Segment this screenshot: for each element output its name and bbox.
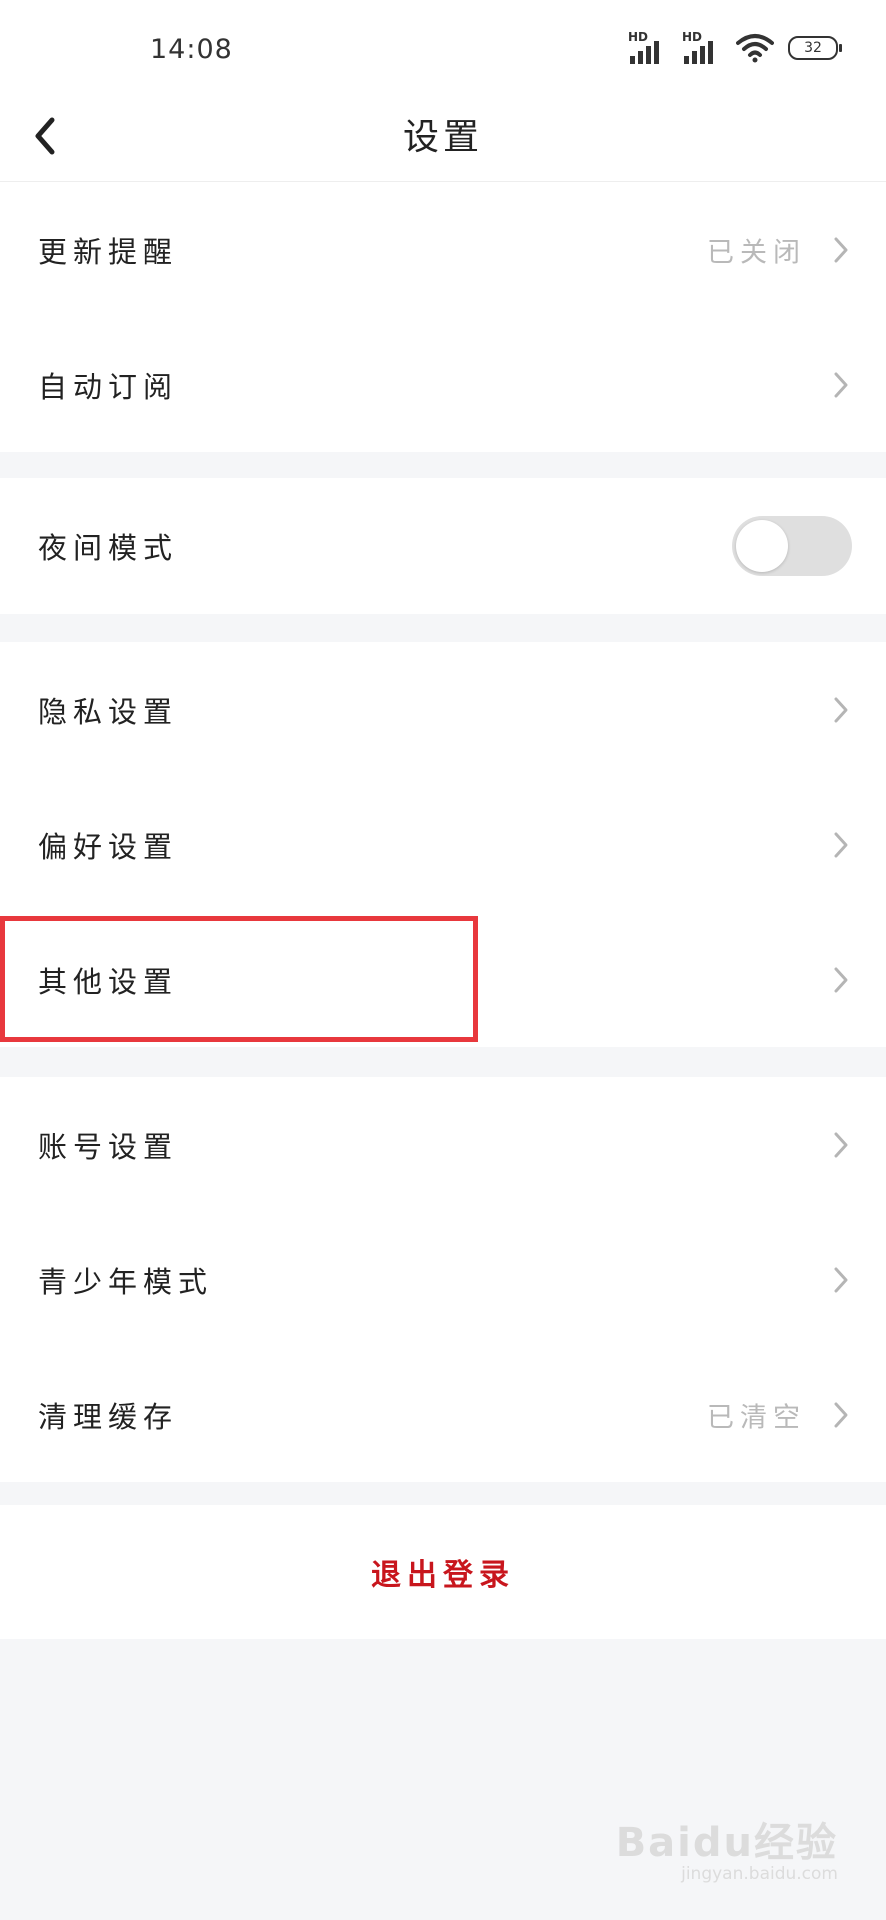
row-label: 更新提醒 bbox=[38, 234, 179, 269]
row-label: 账号设置 bbox=[38, 1129, 179, 1164]
cellular-signal-icon: HD bbox=[628, 30, 668, 64]
row-label: 隐私设置 bbox=[38, 694, 179, 729]
chevron-right-icon bbox=[834, 372, 848, 397]
chevron-right-icon bbox=[834, 697, 848, 722]
battery-icon: 32 bbox=[788, 36, 842, 60]
settings-row-night-mode: 夜间模式 bbox=[0, 478, 886, 613]
row-label: 青少年模式 bbox=[38, 1264, 214, 1299]
settings-group-4: 账号设置 青少年模式 清理缓存 已清空 bbox=[0, 1077, 886, 1482]
settings-row-account[interactable]: 账号设置 bbox=[0, 1077, 886, 1212]
page-title: 设置 bbox=[402, 117, 483, 158]
baidu-watermark: Baidu经验 jingyan.baidu.com bbox=[616, 1810, 838, 1884]
logout-label: 退出登录 bbox=[371, 1558, 515, 1593]
settings-row-clear-cache[interactable]: 清理缓存 已清空 bbox=[0, 1347, 886, 1482]
settings-row-auto-subscribe[interactable]: 自动订阅 bbox=[0, 317, 886, 452]
row-label: 偏好设置 bbox=[38, 829, 179, 864]
settings-row-preferences[interactable]: 偏好设置 bbox=[0, 777, 886, 912]
settings-group-1: 更新提醒 已关闭 自动订阅 bbox=[0, 182, 886, 452]
status-icons: HD HD 32 bbox=[628, 30, 842, 66]
chevron-right-icon bbox=[834, 832, 848, 857]
row-label: 夜间模式 bbox=[38, 530, 179, 565]
logout-button[interactable]: 退出登录 bbox=[0, 1505, 886, 1639]
chevron-right-icon bbox=[834, 1132, 848, 1157]
watermark-main: Baidu经验 bbox=[615, 1820, 838, 1866]
settings-row-privacy[interactable]: 隐私设置 bbox=[0, 642, 886, 777]
chevron-right-icon bbox=[834, 1267, 848, 1292]
navigation-bar: 设置 bbox=[0, 92, 886, 182]
chevron-right-icon bbox=[834, 237, 848, 262]
toggle-knob bbox=[736, 519, 788, 572]
row-label: 清理缓存 bbox=[38, 1399, 179, 1434]
chevron-right-icon bbox=[834, 967, 848, 992]
highlight-annotation-box bbox=[0, 916, 478, 1042]
status-bar: 14:08 HD HD 32 bbox=[0, 0, 886, 92]
night-mode-toggle[interactable] bbox=[732, 515, 852, 576]
row-value: 已关闭 bbox=[707, 237, 806, 268]
settings-row-teen-mode[interactable]: 青少年模式 bbox=[0, 1212, 886, 1347]
row-label: 自动订阅 bbox=[38, 369, 179, 404]
settings-group-2: 夜间模式 bbox=[0, 478, 886, 614]
wifi-icon bbox=[736, 34, 774, 63]
row-value: 已清空 bbox=[707, 1402, 806, 1433]
cellular-signal-icon-2: HD bbox=[682, 30, 722, 64]
settings-row-update-reminder[interactable]: 更新提醒 已关闭 bbox=[0, 182, 886, 317]
status-time: 14:08 bbox=[150, 34, 233, 65]
chevron-right-icon bbox=[834, 1402, 848, 1427]
